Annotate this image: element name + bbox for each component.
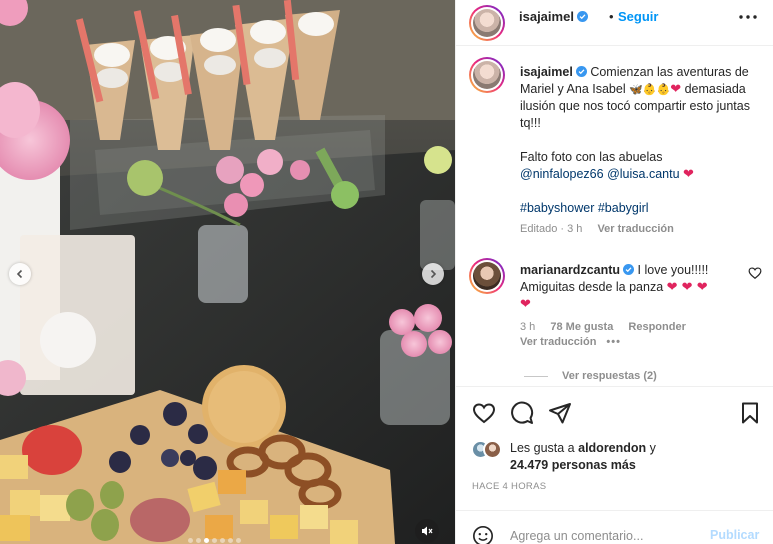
carousel-indicator	[188, 538, 241, 543]
author-username-text[interactable]: isajaimel	[519, 9, 574, 24]
carousel-next-button[interactable]	[422, 263, 444, 285]
comment-input[interactable]	[510, 527, 706, 544]
author-avatar[interactable]	[469, 5, 505, 41]
like-heart-icon[interactable]	[472, 401, 496, 425]
post-media[interactable]	[0, 0, 455, 544]
chevron-right-icon	[430, 269, 437, 279]
comment-more-options[interactable]: •••	[606, 336, 621, 348]
comment-text: marianardzcantu I love you!!!!! Amiguita…	[520, 262, 750, 313]
heart-emoji: ❤	[683, 167, 694, 182]
comment-meta: 3 h 78 Me gusta Responder	[520, 321, 698, 333]
commenter-username[interactable]: marianardzcantu	[520, 263, 620, 277]
author-username[interactable]: isajaimel	[519, 9, 588, 24]
comment-line-1: I love you!!!!!	[637, 263, 709, 277]
comment-bubble-icon[interactable]	[510, 401, 534, 425]
see-translation-link[interactable]: Ver traducción	[520, 336, 596, 348]
caption-text: isajaimel Comienzan las aventuras de Mar…	[520, 64, 764, 217]
mute-toggle-button[interactable]	[415, 519, 439, 543]
verified-badge-icon	[575, 66, 587, 77]
comment-like-heart-icon[interactable]	[748, 266, 762, 280]
carousel-dot	[188, 538, 193, 543]
edited-label: Editado	[520, 223, 558, 235]
post-side-panel: isajaimel • Seguir isajaimel Comienzan l…	[455, 0, 773, 544]
heart-emoji: ❤	[670, 82, 682, 97]
comments-section[interactable]: isajaimel Comienzan las aventuras de Mar…	[456, 47, 773, 387]
liker-username-link[interactable]: aldorendon	[578, 441, 646, 455]
emoji-picker-icon[interactable]	[472, 525, 494, 544]
carousel-prev-button[interactable]	[9, 263, 31, 285]
mention-link[interactable]: @luisa.cantu	[607, 167, 679, 181]
hashtag-link[interactable]: #babygirl	[598, 201, 649, 215]
likes-count-link[interactable]: 24.479 personas más	[510, 458, 636, 472]
publish-button[interactable]: Publicar	[710, 528, 759, 542]
verified-badge-icon	[576, 11, 588, 22]
caption-emojis: 🦋👶👶	[629, 83, 671, 96]
carousel-dot	[212, 538, 217, 543]
post-actions-bar	[456, 386, 773, 436]
caption-username[interactable]: isajaimel	[520, 65, 573, 79]
hashtag-link[interactable]: #babyshower	[520, 201, 594, 215]
post-timestamp[interactable]: HACE 4 HORAS	[472, 481, 546, 492]
heart-emoji: ❤	[520, 297, 531, 312]
likes-conjunction: y	[649, 441, 656, 455]
caption-author-avatar[interactable]	[469, 57, 505, 93]
comment-likes-count[interactable]: 78 Me gusta	[550, 321, 613, 333]
speaker-muted-icon	[422, 526, 433, 536]
chevron-left-icon	[16, 269, 23, 279]
see-translation-link[interactable]: Ver traducción	[597, 223, 673, 235]
verified-badge-icon	[623, 264, 635, 275]
commenter-avatar[interactable]	[469, 258, 505, 294]
carousel-dot	[236, 538, 241, 543]
save-bookmark-icon[interactable]	[738, 401, 762, 425]
view-replies-button[interactable]: Ver respuestas (2)	[524, 370, 657, 382]
reply-button[interactable]: Responder	[628, 321, 685, 333]
comment-line-2: Amiguitas desde la panza	[520, 280, 664, 294]
likes-prefix: Les gusta a	[510, 441, 575, 455]
add-comment-bar: Publicar	[456, 510, 773, 544]
likes-count-row: 24.479 personas más	[510, 458, 636, 472]
carousel-dot	[228, 538, 233, 543]
share-paper-plane-icon[interactable]	[548, 401, 572, 425]
carousel-dot	[196, 538, 201, 543]
caption-line-2: Falto foto con las abuelas	[520, 150, 663, 164]
heart-emojis: ❤ ❤ ❤	[666, 280, 708, 295]
likes-summary: Les gusta a aldorendon y	[510, 441, 656, 455]
separator-dot: •	[609, 9, 614, 24]
party-table-photo	[0, 0, 455, 544]
mention-link[interactable]: @ninfalopez66	[520, 167, 604, 181]
post-header: isajaimel • Seguir	[456, 0, 773, 46]
caption-timestamp[interactable]: 3 h	[567, 223, 582, 235]
more-options-icon[interactable]	[736, 8, 760, 26]
carousel-dot-active	[204, 538, 209, 543]
liker-avatar	[483, 440, 502, 459]
follow-button[interactable]: Seguir	[618, 9, 658, 24]
comment-translation-row: Ver traducción •••	[520, 336, 621, 348]
caption-meta: Editado · 3 h Ver traducción	[520, 223, 674, 235]
likers-avatars[interactable]	[471, 440, 507, 460]
carousel-dot	[220, 538, 225, 543]
comment-timestamp[interactable]: 3 h	[520, 321, 535, 333]
